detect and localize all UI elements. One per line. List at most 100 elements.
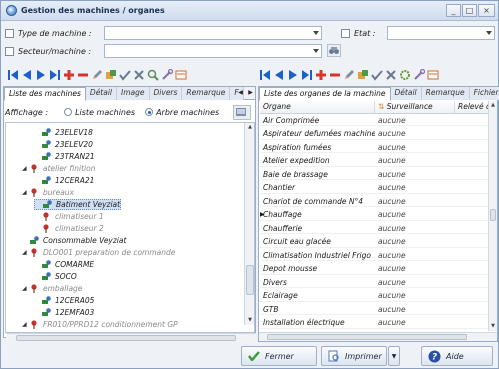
table-row[interactable]: ▶ Chauffage aucune	[260, 210, 488, 221]
organ-scroll-down[interactable]: ▼	[489, 322, 497, 331]
tree-node[interactable]: 23ELEV20	[34, 139, 93, 150]
expand-toggle-icon[interactable]: ◢	[22, 249, 28, 256]
minimize-button[interactable]: _	[446, 4, 461, 17]
export-button[interactable]	[174, 67, 187, 83]
tree-node[interactable]: ◢ bureaux	[22, 187, 74, 198]
close-button[interactable]: ×	[478, 4, 495, 17]
tree-vertical-scrollbar[interactable]: ▲ ▼	[244, 123, 254, 325]
duplicate-button[interactable]	[104, 67, 117, 83]
organ-vertical-scrollbar[interactable]: ▲ ▼	[488, 101, 497, 331]
table-row[interactable]: Eclairage aucune	[260, 291, 488, 302]
aide-button[interactable]: ? Aide	[421, 346, 493, 366]
table-row[interactable]: Aspirateur defumées machine a leaucune	[260, 129, 488, 140]
expand-toggle-icon[interactable]: ◢	[22, 165, 28, 172]
scroll-down-arrow[interactable]: ▼	[245, 316, 254, 325]
table-row[interactable]: Air Comprimée aucune	[260, 115, 488, 126]
tree-node[interactable]: SOCO	[34, 271, 77, 282]
previous-record-button[interactable]	[20, 67, 33, 83]
tree-node[interactable]: 12CERA21	[34, 175, 94, 186]
tree-node[interactable]: climatiseur 1	[34, 211, 104, 222]
validate-button[interactable]	[118, 67, 131, 83]
expand-toggle-icon[interactable]: ◢	[22, 189, 28, 196]
expand-toggle-icon[interactable]: ◢	[22, 285, 28, 292]
table-row[interactable]: Climatisation Industriel Frigo aucune	[260, 250, 488, 261]
etat-checkbox[interactable]	[341, 29, 350, 38]
tree-node[interactable]: Consommable Veyziat	[22, 235, 126, 246]
organ-export-button[interactable]	[426, 67, 439, 83]
cancel-button[interactable]	[132, 67, 145, 83]
table-row[interactable]: Aspiration fumées aucune	[260, 142, 488, 153]
first-record-button[interactable]	[6, 67, 19, 83]
organ-settings-button[interactable]	[398, 67, 411, 83]
tree-node[interactable]: COMARME	[34, 259, 94, 270]
table-row[interactable]: Installation électrique aucune	[260, 318, 488, 329]
organ-hscroll-thumb[interactable]	[267, 334, 467, 340]
imprimer-dropdown-button[interactable]: ▼	[388, 346, 400, 366]
tab-organ-fichiers[interactable]: Fichiers	[469, 87, 499, 100]
organ-previous-button[interactable]	[272, 67, 285, 83]
organ-delete-button[interactable]	[328, 67, 341, 83]
tree-horizontal-scrollbar[interactable]	[6, 333, 256, 342]
tree-node[interactable]: Batiment Veyziat	[34, 199, 122, 210]
organ-first-button[interactable]	[258, 67, 271, 83]
organ-add-button[interactable]	[314, 67, 327, 83]
tab-scroll-left[interactable]: ◀	[236, 88, 245, 98]
organ-scroll-up[interactable]: ▲	[489, 101, 497, 110]
tab-scroll-right[interactable]: ▶	[246, 88, 255, 98]
secteur-combo[interactable]	[104, 44, 322, 58]
delete-button[interactable]	[76, 67, 89, 83]
organ-horizontal-scrollbar[interactable]	[259, 332, 497, 341]
expand-toggle-icon[interactable]: ◢	[22, 321, 28, 328]
imprimer-button[interactable]: Imprimer	[321, 346, 387, 366]
organ-duplicate-button[interactable]	[356, 67, 369, 83]
secteur-checkbox[interactable]	[5, 47, 14, 56]
search-button[interactable]	[146, 67, 159, 83]
column-organe[interactable]: Organe	[260, 101, 375, 113]
table-row[interactable]: Depot mousse aucune	[260, 264, 488, 275]
tree-node[interactable]: ◢ DLO001 preparation de commande	[22, 247, 175, 258]
organ-next-button[interactable]	[286, 67, 299, 83]
edit-button[interactable]	[90, 67, 103, 83]
table-row[interactable]: Circuit eau glacée aucune	[260, 237, 488, 248]
tab-image[interactable]: Image	[117, 87, 150, 100]
table-row[interactable]: Chaufferie aucune	[260, 223, 488, 234]
radio-arbre-machines[interactable]	[145, 108, 154, 116]
table-row[interactable]: Baie de brassage aucune	[260, 169, 488, 180]
organ-last-button[interactable]	[300, 67, 313, 83]
tab-liste-machines[interactable]: Liste des machines	[4, 87, 86, 101]
tree-node[interactable]: 12CERA05	[34, 295, 94, 306]
tab-detail[interactable]: Détail	[85, 87, 118, 100]
column-surveillance[interactable]: ⇅ Surveillance	[375, 101, 455, 113]
column-releve[interactable]: Relevé c	[455, 101, 489, 113]
organ-validate-button[interactable]	[370, 67, 383, 83]
organ-scroll-thumb[interactable]	[490, 209, 496, 221]
table-row[interactable]: Chantier aucune	[260, 183, 488, 194]
table-row[interactable]: Chariot de commande N°4 aucune	[260, 196, 488, 207]
search-machine-button[interactable]	[327, 44, 341, 57]
last-record-button[interactable]	[48, 67, 61, 83]
tree-hscroll-thumb[interactable]	[16, 335, 236, 341]
radio-liste-machines[interactable]	[64, 108, 73, 116]
tree-node[interactable]: ◢ FR010/PPRD12 conditionnement GP	[22, 319, 178, 330]
tab-organ-remarque[interactable]: Remarque	[421, 87, 470, 100]
tab-remarque[interactable]: Remarque	[182, 87, 231, 100]
tree-node[interactable]: 12EMFA03	[34, 307, 94, 318]
scroll-up-arrow[interactable]: ▲	[245, 123, 254, 132]
type-combo[interactable]	[104, 26, 322, 40]
tab-organ-detail[interactable]: Détail	[390, 87, 422, 100]
tree-node[interactable]: 23ELEV18	[34, 127, 93, 138]
organ-tools-button[interactable]	[412, 67, 425, 83]
organ-edit-button[interactable]	[342, 67, 355, 83]
table-row[interactable]: Divers aucune	[260, 277, 488, 288]
organ-cancel-button[interactable]	[384, 67, 397, 83]
restore-button[interactable]: □	[462, 4, 477, 17]
tree-node[interactable]: ◢ atelier finition	[22, 163, 95, 174]
next-record-button[interactable]	[34, 67, 47, 83]
add-button[interactable]	[62, 67, 75, 83]
tree-scroll-thumb[interactable]	[246, 265, 254, 295]
tab-liste-organes[interactable]: Liste des organes de la machine	[259, 87, 391, 101]
type-checkbox[interactable]	[5, 29, 14, 38]
tab-divers[interactable]: Divers	[149, 87, 183, 100]
refresh-tree-button[interactable]	[233, 105, 251, 120]
table-row[interactable]: Atelier expedition aucune	[260, 156, 488, 167]
